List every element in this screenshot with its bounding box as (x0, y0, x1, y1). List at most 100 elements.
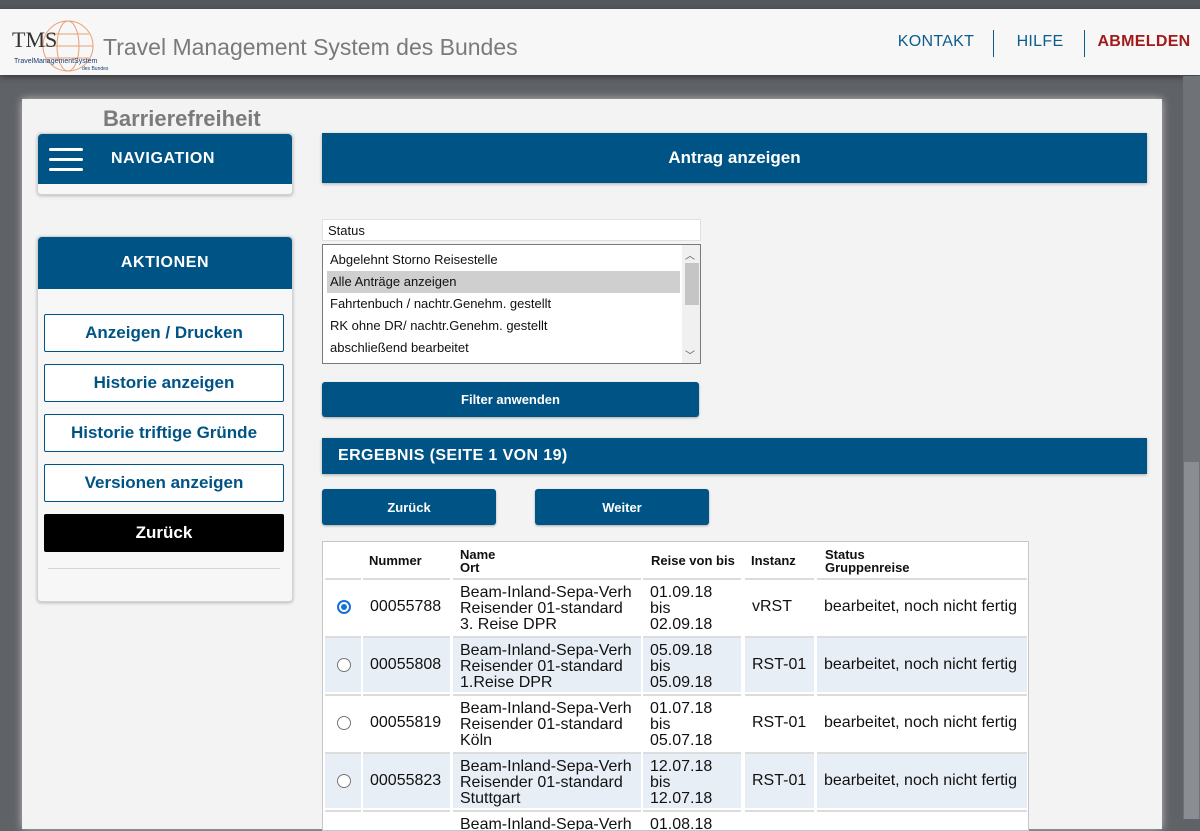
cell-reise: 01.07.18 bis 05.07.18 (643, 694, 741, 750)
cell-name-reisender: Reisender 01-standard (460, 600, 623, 617)
cell-reise-von: 01.08.18 (650, 816, 713, 831)
navigation-panel: NAVIGATION (37, 133, 293, 195)
chevron-down-icon[interactable]: ﹀ (685, 347, 695, 362)
cell-status: bearbeitet, noch nicht fertig (817, 752, 1027, 808)
cell-status: bearbeitet, noch nicht fertig (817, 578, 1027, 634)
panel-divider (48, 568, 280, 569)
svg-text:TMS: TMS (12, 27, 57, 52)
status-option[interactable]: RK ohne DR/ nachtr.Genehm. gestellt (327, 315, 680, 337)
row-select-radio[interactable] (337, 774, 351, 788)
cell-reise-bis: 05.07.18 (650, 732, 713, 749)
status-option[interactable]: Fahrtenbuch / nachtr.Genehm. gestellt (327, 293, 680, 315)
filter-anwenden-button[interactable]: Filter anwenden (322, 382, 699, 417)
cell-name: Beam-Inland-Sepa-Verh (453, 810, 641, 831)
cell-name-reisender: Reisender 01-standard (460, 716, 623, 733)
chevron-up-icon[interactable]: ︿ (685, 247, 695, 262)
hilfe-link[interactable]: HILFE (996, 33, 1084, 51)
cell-name-ort: Köln (460, 732, 493, 749)
tms-logo[interactable]: TMS TravelManagementSystem des Bundes (10, 19, 110, 75)
status-option-selected[interactable]: Alle Anträge anzeigen (327, 271, 680, 293)
cell-status: bearbeitet, noch nicht fertig (817, 636, 1027, 692)
cell-name-name: Beam-Inland-Sepa-Verh (460, 816, 632, 831)
header-status: Status Gruppenreise (825, 548, 910, 574)
cell-name-name: Beam-Inland-Sepa-Verh (460, 584, 632, 601)
header-status-line2: Gruppenreise (825, 560, 910, 575)
header-nummer: Nummer (369, 553, 422, 568)
cell-reise-bis_label: bis (650, 600, 671, 617)
header-name-line2: Ort (460, 560, 480, 575)
actions-panel: AKTIONEN Anzeigen / Drucken Historie anz… (37, 236, 293, 602)
cell-name: Beam-Inland-Sepa-Verh Reisender 01-standa… (453, 694, 641, 750)
cell-instanz (745, 810, 814, 830)
cell-name-reisender: Reisender 01-standard (460, 774, 623, 791)
cell-reise: 01.09.18 bis 02.09.18 (643, 578, 741, 634)
cell-reise-bis: 05.09.18 (650, 674, 713, 691)
hamburger-icon[interactable] (49, 148, 83, 172)
app-header: TMS TravelManagementSystem des Bundes Tr… (0, 9, 1200, 75)
prev-page-button[interactable]: Zurück (322, 489, 496, 525)
radio-cell (325, 752, 361, 808)
cell-instanz: RST-01 (745, 636, 814, 692)
row-select-radio[interactable] (337, 716, 351, 730)
header-instanz: Instanz (751, 553, 796, 568)
row-select-radio[interactable] (337, 600, 351, 614)
page-scrollbar-thumb[interactable] (1184, 462, 1199, 819)
result-table: Nummer Name Ort Reise von bis Instanz St… (322, 541, 1029, 831)
cell-reise-bis: 02.09.18 (650, 616, 713, 633)
top-strip (0, 0, 1200, 9)
cell-nummer (363, 810, 450, 830)
cell-status: bearbeitet, noch nicht fertig (817, 694, 1027, 750)
cell-name: Beam-Inland-Sepa-Verh Reisender 01-standa… (453, 578, 641, 634)
cell-nummer: 00055823 (363, 752, 450, 808)
header-name: Name Ort (460, 548, 495, 574)
cell-reise-von: 01.07.18 (650, 700, 713, 717)
historie-anzeigen-button[interactable]: Historie anzeigen (44, 364, 284, 402)
cell-instanz: vRST (745, 578, 814, 634)
cell-name: Beam-Inland-Sepa-Verh Reisender 01-standa… (453, 752, 641, 808)
cell-reise-bis_label: bis (650, 716, 671, 733)
nav-divider (993, 30, 994, 57)
cell-nummer: 00055808 (363, 636, 450, 692)
svg-text:TravelManagementSystem: TravelManagementSystem (14, 58, 98, 65)
status-option[interactable]: Abgelehnt Storno Reisestelle (327, 249, 680, 271)
barrierefreiheit-link[interactable]: Barrierefreiheit (103, 106, 261, 132)
versionen-anzeigen-button[interactable]: Versionen anzeigen (44, 464, 284, 502)
cell-name-name: Beam-Inland-Sepa-Verh (460, 700, 632, 717)
row-select-radio[interactable] (337, 658, 351, 672)
page-title: Antrag anzeigen (322, 133, 1147, 183)
zurueck-action-button[interactable]: Zurück (44, 514, 284, 552)
status-option[interactable]: abschließend bearbeitet (327, 337, 680, 359)
radio-cell (325, 694, 361, 750)
listbox-scrollbar-thumb[interactable] (685, 263, 699, 305)
abmelden-link[interactable]: ABMELDEN (1088, 33, 1200, 51)
cell-reise-von: 05.09.18 (650, 642, 713, 659)
cell-name-ort: 1.Reise DPR (460, 674, 553, 691)
cell-instanz: RST-01 (745, 752, 814, 808)
cell-reise-bis_label: bis (650, 658, 671, 675)
status-label: Status (322, 219, 701, 241)
navigation-toggle[interactable]: NAVIGATION (38, 134, 292, 184)
cell-name-ort: 3. Reise DPR (460, 616, 557, 633)
historie-triftige-gruende-button[interactable]: Historie triftige Gründe (44, 414, 284, 452)
kontakt-link[interactable]: KONTAKT (880, 33, 992, 51)
anzeigen-drucken-button[interactable]: Anzeigen / Drucken (44, 314, 284, 352)
cell-name-name: Beam-Inland-Sepa-Verh (460, 642, 632, 659)
cell-reise: 05.09.18 bis 05.09.18 (643, 636, 741, 692)
radio-cell (325, 636, 361, 692)
header-reise: Reise von bis (651, 553, 735, 568)
cell-name-ort: Stuttgart (460, 790, 521, 807)
next-page-button[interactable]: Weiter (535, 489, 709, 525)
navigation-title: NAVIGATION (111, 150, 216, 167)
radio-cell (325, 810, 361, 830)
status-listbox[interactable]: Abgelehnt Storno Reisestelle Alle Anträg… (322, 244, 701, 364)
cell-reise-bis_label: bis (650, 774, 671, 791)
cell-instanz: RST-01 (745, 694, 814, 750)
result-header: ERGEBNIS (SEITE 1 VON 19) (322, 438, 1147, 474)
cell-reise-von: 12.07.18 (650, 758, 713, 775)
actions-header: AKTIONEN (38, 237, 292, 289)
cell-reise-bis: 12.07.18 (650, 790, 713, 807)
cell-reise: 01.08.18 (643, 810, 741, 831)
cell-name-name: Beam-Inland-Sepa-Verh (460, 758, 632, 775)
cell-name: Beam-Inland-Sepa-Verh Reisender 01-standa… (453, 636, 641, 692)
cell-nummer: 00055788 (363, 578, 450, 634)
